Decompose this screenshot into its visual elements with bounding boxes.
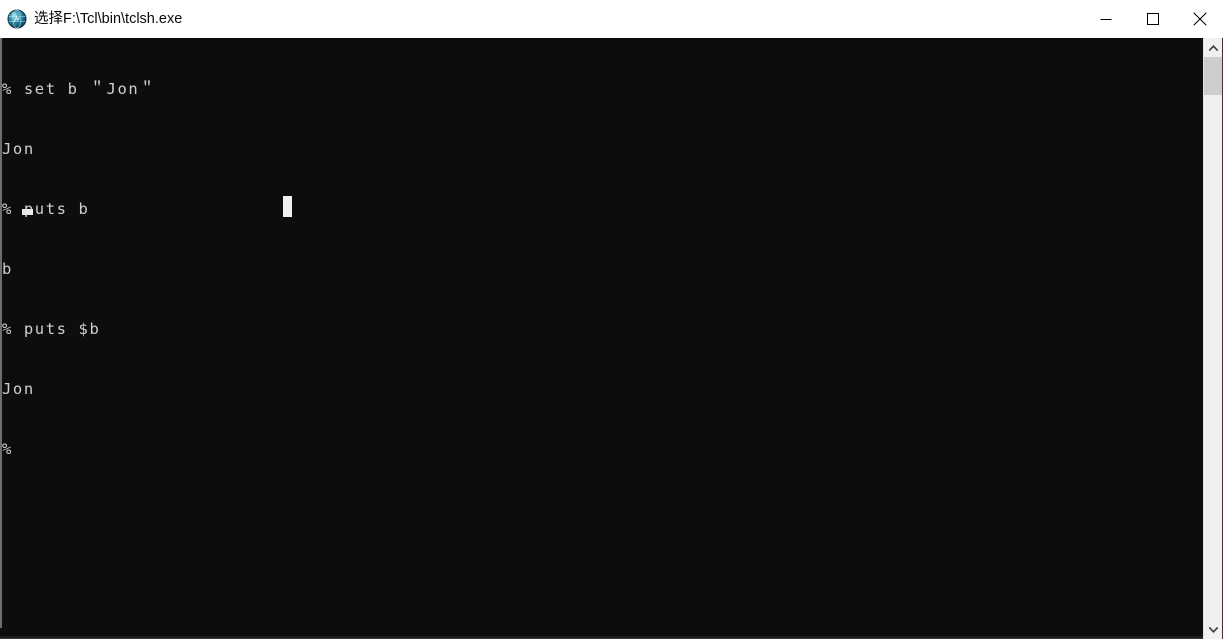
- minimize-icon: [1100, 13, 1112, 25]
- scrollbar-track[interactable]: [1204, 57, 1223, 620]
- window-title: 选择F:\Tcl\bin\tclsh.exe: [34, 11, 183, 27]
- title-bar[interactable]: 选择F:\Tcl\bin\tclsh.exe: [0, 0, 1223, 38]
- console-output-area[interactable]: % set b ＂Jon＂ Jon % puts b b % puts $b J…: [2, 38, 1203, 636]
- console-line: b: [2, 260, 13, 278]
- console-line: % set b ＂Jon＂: [2, 80, 157, 98]
- window-controls: [1082, 0, 1223, 38]
- console-prompt-line: %: [2, 440, 24, 458]
- console-line: Jon: [2, 380, 35, 398]
- title-bar-left: 选择F:\Tcl\bin\tclsh.exe: [0, 0, 1082, 38]
- console-line: Jon: [2, 140, 35, 158]
- scrollbar-thumb[interactable]: [1204, 57, 1223, 95]
- chevron-up-icon: [1209, 44, 1218, 51]
- vertical-scrollbar[interactable]: [1203, 38, 1223, 639]
- scroll-down-button[interactable]: [1204, 620, 1223, 639]
- console-line: % puts $b: [2, 320, 101, 338]
- minimize-button[interactable]: [1082, 0, 1129, 38]
- chevron-down-icon: [1209, 626, 1218, 633]
- close-icon: [1192, 12, 1207, 26]
- maximize-button[interactable]: [1129, 0, 1176, 38]
- console-window: 选择F:\Tcl\bin\tclsh.exe % set b ＂Jon＂ Jon…: [0, 0, 1223, 639]
- background-window-edge: [0, 38, 2, 628]
- mouse-block-cursor: [283, 196, 292, 217]
- close-button[interactable]: [1176, 0, 1223, 38]
- maximize-icon: [1146, 13, 1159, 25]
- tcl-globe-icon: [7, 9, 27, 29]
- console-text: % set b ＂Jon＂ Jon % puts b b % puts $b J…: [2, 39, 156, 499]
- scroll-up-button[interactable]: [1204, 38, 1223, 57]
- text-caret: [22, 209, 33, 215]
